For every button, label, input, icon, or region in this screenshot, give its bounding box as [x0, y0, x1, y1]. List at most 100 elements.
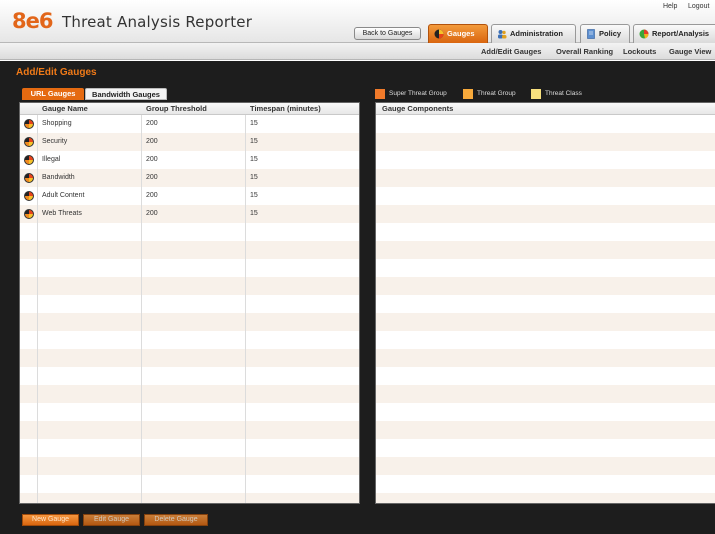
timespan-cell: 15	[250, 156, 258, 163]
empty-table-row	[20, 349, 359, 367]
empty-components-row	[376, 403, 715, 421]
legend-super-threat-group: Super Threat Group	[375, 89, 447, 99]
tab-gauges-label: Gauges	[447, 29, 475, 38]
empty-components-row	[376, 493, 715, 503]
empty-table-row	[20, 493, 359, 503]
group-threshold-cell: 200	[146, 156, 158, 163]
new-gauge-button[interactable]: New Gauge	[22, 514, 79, 526]
gauge-name-cell: Web Threats	[42, 210, 82, 217]
users-icon	[498, 30, 507, 39]
empty-table-row	[20, 313, 359, 331]
back-to-gauges-button[interactable]: Back to Gauges	[354, 27, 421, 40]
table-row[interactable]: Illegal 200 15	[20, 151, 359, 169]
column-header-group-threshold[interactable]: Group Threshold	[146, 103, 207, 115]
app-header: 8e6 Threat Analysis Reporter Help Logout…	[0, 0, 715, 43]
legend-threat-class: Threat Class	[531, 89, 582, 99]
empty-components-row	[376, 169, 715, 187]
gauge-icon	[434, 29, 444, 39]
empty-components-row	[376, 385, 715, 403]
tab-report-analysis[interactable]: Report/Analysis	[633, 24, 715, 43]
page-title: Add/Edit Gauges	[16, 67, 97, 78]
timespan-cell: 15	[250, 120, 258, 127]
legend-swatch	[463, 89, 473, 99]
column-header-gauge-name[interactable]: Gauge Name	[42, 103, 88, 115]
tab-report-analysis-label: Report/Analysis	[652, 29, 710, 38]
table-row[interactable]: Bandwidth 200 15	[20, 169, 359, 187]
column-header-gauge-components: Gauge Components	[382, 104, 454, 113]
group-threshold-cell: 200	[146, 120, 158, 127]
timespan-cell: 15	[250, 210, 258, 217]
gauge-name-cell: Adult Content	[42, 192, 85, 199]
main-content: Add/Edit Gauges URL Gauges Bandwidth Gau…	[0, 61, 715, 534]
empty-components-row	[376, 115, 715, 133]
legend-swatch	[531, 89, 541, 99]
tab-administration-label: Administration	[510, 29, 563, 38]
column-divider	[245, 103, 246, 503]
empty-table-row	[20, 259, 359, 277]
empty-table-row	[20, 241, 359, 259]
legend-threat-group: Threat Group	[463, 89, 516, 99]
tab-bandwidth-gauges[interactable]: Bandwidth Gauges	[85, 88, 167, 100]
empty-table-row	[20, 439, 359, 457]
tab-administration[interactable]: Administration	[491, 24, 576, 43]
sub-navigation: Add/Edit Gauges Overall Ranking Lockouts…	[0, 43, 715, 60]
table-row[interactable]: Security 200 15	[20, 133, 359, 151]
timespan-cell: 15	[250, 138, 258, 145]
tab-policy[interactable]: Policy	[580, 24, 630, 43]
logout-link[interactable]: Logout	[688, 3, 709, 10]
legend-label: Threat Group	[477, 90, 516, 97]
gauge-icon	[24, 119, 34, 129]
gauge-icon	[24, 191, 34, 201]
legend-label: Super Threat Group	[389, 90, 447, 97]
gauge-name-cell: Illegal	[42, 156, 61, 163]
delete-gauge-button[interactable]: Delete Gauge	[144, 514, 208, 526]
empty-components-row	[376, 277, 715, 295]
empty-components-row	[376, 187, 715, 205]
empty-components-row	[376, 349, 715, 367]
tab-gauges[interactable]: Gauges	[428, 24, 488, 43]
empty-table-row	[20, 457, 359, 475]
subnav-gauge-view[interactable]: Gauge View	[669, 47, 711, 56]
subnav-add-edit-gauges[interactable]: Add/Edit Gauges	[481, 47, 541, 56]
timespan-cell: 15	[250, 192, 258, 199]
group-threshold-cell: 200	[146, 192, 158, 199]
empty-table-row	[20, 421, 359, 439]
app-title: Threat Analysis Reporter	[62, 13, 253, 31]
components-header: Gauge Components	[376, 103, 715, 115]
empty-components-row	[376, 223, 715, 241]
empty-components-row	[376, 133, 715, 151]
empty-table-row	[20, 385, 359, 403]
gauge-icon	[24, 137, 34, 147]
table-row[interactable]: Shopping 200 15	[20, 115, 359, 133]
empty-components-row	[376, 421, 715, 439]
timespan-cell: 15	[250, 174, 258, 181]
tab-url-gauges[interactable]: URL Gauges	[22, 88, 84, 100]
empty-components-row	[376, 259, 715, 277]
edit-gauge-button[interactable]: Edit Gauge	[83, 514, 140, 526]
gauge-components-panel: Gauge Components	[375, 102, 715, 504]
logo: 8e6	[12, 9, 53, 33]
column-divider	[37, 103, 38, 503]
help-link[interactable]: Help	[663, 3, 677, 10]
table-row[interactable]: Web Threats 200 15	[20, 205, 359, 223]
gauge-icon	[24, 209, 34, 219]
empty-components-row	[376, 439, 715, 457]
column-header-timespan[interactable]: Timespan (minutes)	[250, 103, 321, 115]
group-threshold-cell: 200	[146, 210, 158, 217]
empty-components-row	[376, 457, 715, 475]
group-threshold-cell: 200	[146, 138, 158, 145]
empty-components-row	[376, 475, 715, 493]
gauge-name-cell: Bandwidth	[42, 174, 75, 181]
table-row[interactable]: Adult Content 200 15	[20, 187, 359, 205]
action-bar: New Gauge Edit Gauge Delete Gauge	[0, 508, 715, 534]
empty-table-row	[20, 403, 359, 421]
empty-components-row	[376, 295, 715, 313]
empty-table-row	[20, 475, 359, 493]
subnav-lockouts[interactable]: Lockouts	[623, 47, 656, 56]
empty-table-row	[20, 295, 359, 313]
empty-components-row	[376, 205, 715, 223]
empty-table-row	[20, 277, 359, 295]
gauge-name-cell: Security	[42, 138, 68, 145]
gauge-icon	[24, 155, 34, 165]
subnav-overall-ranking[interactable]: Overall Ranking	[556, 47, 613, 56]
